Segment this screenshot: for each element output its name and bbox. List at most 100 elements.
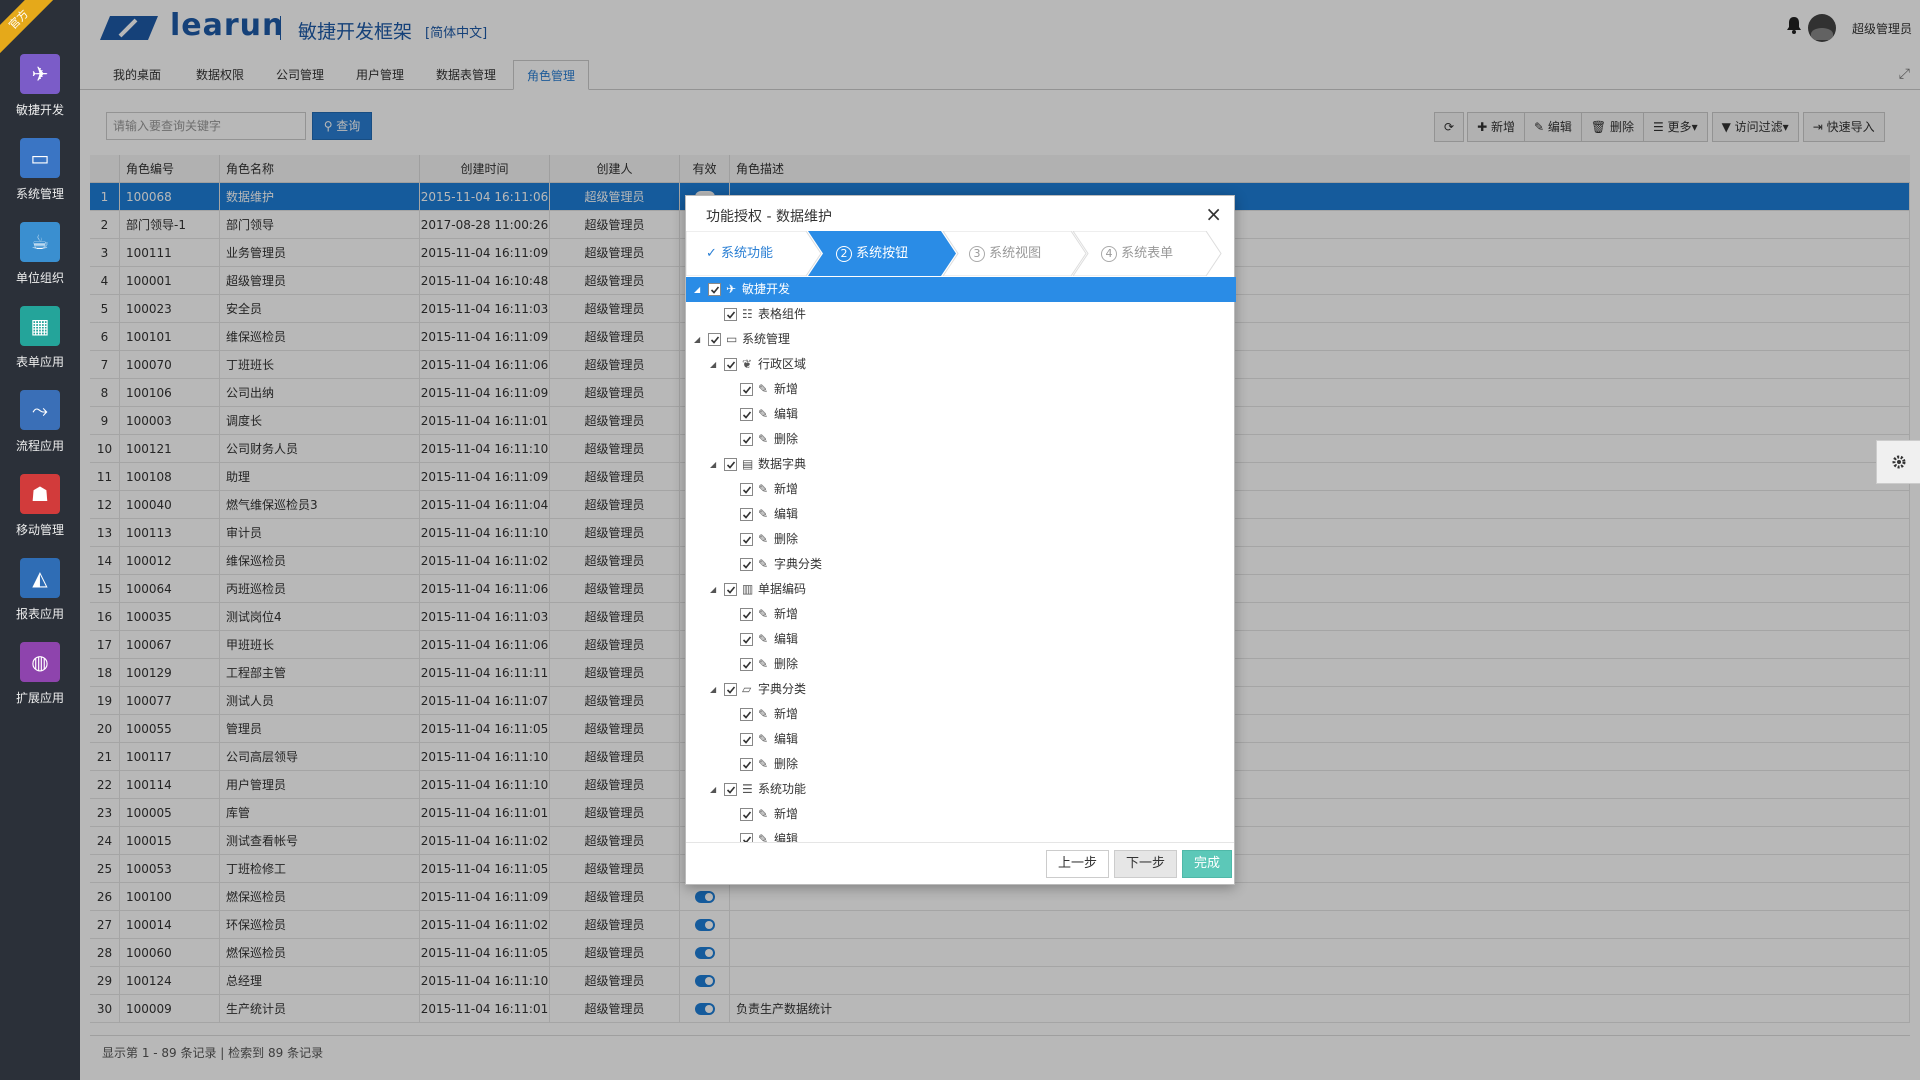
leaf-icon: ❦ bbox=[742, 357, 753, 371]
tree-checkbox[interactable] bbox=[740, 383, 753, 396]
tree-node-label: 新增 bbox=[774, 607, 799, 621]
tree-checkbox[interactable] bbox=[740, 408, 753, 421]
tree-node[interactable]: ✎ 编辑 bbox=[686, 727, 1236, 752]
tree-checkbox[interactable] bbox=[740, 733, 753, 746]
step-4-label: 系统表单 bbox=[1121, 246, 1174, 261]
tree-node[interactable]: ✎ 删除 bbox=[686, 652, 1236, 677]
tree-expand-arrow-icon[interactable]: ◢ bbox=[710, 677, 716, 702]
tree-node-label: 数据字典 bbox=[758, 457, 807, 471]
sidebar-item[interactable]: ▦ 表单应用 bbox=[0, 306, 80, 390]
tree-node[interactable]: ◢ ☰ 系统功能 bbox=[686, 777, 1236, 802]
step-system-function[interactable]: ✓ 系统功能 bbox=[706, 231, 773, 276]
tree-checkbox[interactable] bbox=[740, 708, 753, 721]
tree-checkbox[interactable] bbox=[740, 508, 753, 521]
tree-node[interactable]: ◢ ▭ 系统管理 bbox=[686, 327, 1236, 352]
tree-node[interactable]: ✎ 编辑 bbox=[686, 402, 1236, 427]
sidebar-item-label: 扩展应用 bbox=[15, 691, 64, 705]
tree-node-label: 行政区域 bbox=[758, 357, 807, 371]
wrench-icon: ✎ bbox=[758, 757, 769, 771]
tree-node[interactable]: ✎ 删除 bbox=[686, 427, 1236, 452]
tree-checkbox[interactable] bbox=[708, 333, 721, 346]
next-step-button[interactable]: 下一步 bbox=[1114, 850, 1178, 878]
tree-node[interactable]: ✎ 新增 bbox=[686, 477, 1236, 502]
wrench-icon: ✎ bbox=[758, 607, 769, 621]
tree-expand-arrow-icon[interactable]: ◢ bbox=[710, 452, 716, 477]
sidebar-item-label: 系统管理 bbox=[15, 187, 64, 201]
tree-node[interactable]: ✎ 新增 bbox=[686, 802, 1236, 827]
sidebar-item[interactable]: ◍ 扩展应用 bbox=[0, 642, 80, 726]
tree-checkbox[interactable] bbox=[740, 608, 753, 621]
sidebar-item[interactable]: ☕ 单位组织 bbox=[0, 222, 80, 306]
tree-checkbox[interactable] bbox=[740, 483, 753, 496]
dialog-footer: 上一步 下一步 完成 bbox=[686, 842, 1234, 884]
sidebar-item-label: 报表应用 bbox=[15, 607, 64, 621]
tree-expand-arrow-icon[interactable]: ◢ bbox=[710, 577, 716, 602]
tree-node-label: 删除 bbox=[774, 532, 799, 546]
tree-node-label: 编辑 bbox=[774, 632, 799, 646]
tree-node-label: 编辑 bbox=[774, 832, 799, 842]
tree-node[interactable]: ✎ 字典分类 bbox=[686, 552, 1236, 577]
tree-node-label: 系统功能 bbox=[758, 782, 807, 796]
tree-node[interactable]: ◢ ▱ 字典分类 bbox=[686, 677, 1236, 702]
tree-checkbox[interactable] bbox=[724, 358, 737, 371]
step-system-form[interactable]: 4 系统表单 bbox=[1101, 231, 1173, 276]
tree-checkbox[interactable] bbox=[740, 433, 753, 446]
tree-checkbox[interactable] bbox=[740, 658, 753, 671]
tree-node[interactable]: ✎ 编辑 bbox=[686, 827, 1236, 842]
tree-checkbox[interactable] bbox=[740, 758, 753, 771]
tree-node[interactable]: ◢ ▤ 数据字典 bbox=[686, 452, 1236, 477]
sidebar-item[interactable]: ▭ 系统管理 bbox=[0, 138, 80, 222]
tree-node[interactable]: ✎ 新增 bbox=[686, 377, 1236, 402]
tree-node-label: 删除 bbox=[774, 432, 799, 446]
sidebar-item[interactable]: ✈ 敏捷开发 bbox=[0, 54, 80, 138]
wrench-icon: ✎ bbox=[758, 407, 769, 421]
finish-button[interactable]: 完成 bbox=[1182, 850, 1233, 878]
monitor-icon: ▭ bbox=[726, 332, 738, 346]
tree-node-label: 字典分类 bbox=[758, 682, 807, 696]
tree-checkbox[interactable] bbox=[724, 308, 737, 321]
tree-checkbox[interactable] bbox=[724, 783, 737, 796]
tree-node[interactable]: ◢ ✈ 敏捷开发 bbox=[686, 277, 1236, 302]
tree-node[interactable]: ✎ 新增 bbox=[686, 702, 1236, 727]
paper-plane-icon: ✈ bbox=[726, 282, 737, 296]
tree-node[interactable]: ✎ 删除 bbox=[686, 527, 1236, 552]
tree-node[interactable]: ✎ 新增 bbox=[686, 602, 1236, 627]
tree-checkbox[interactable] bbox=[740, 808, 753, 821]
tree-checkbox[interactable] bbox=[740, 533, 753, 546]
sidebar-item[interactable]: ⤳ 流程应用 bbox=[0, 390, 80, 474]
tree-node-label: 编辑 bbox=[774, 407, 799, 421]
tree-node[interactable]: ✎ 删除 bbox=[686, 752, 1236, 777]
check-circle-icon: ✓ bbox=[706, 246, 722, 261]
tree-node[interactable]: ☷ 表格组件 bbox=[686, 302, 1236, 327]
tree-checkbox[interactable] bbox=[724, 683, 737, 696]
tree-node-label: 系统管理 bbox=[742, 332, 791, 346]
sidebar-item[interactable]: ◭ 报表应用 bbox=[0, 558, 80, 642]
tree-node-label: 删除 bbox=[774, 757, 799, 771]
step-3-label: 系统视图 bbox=[989, 246, 1042, 261]
prev-step-button[interactable]: 上一步 bbox=[1046, 850, 1110, 878]
sidebar-item[interactable]: ☗ 移动管理 bbox=[0, 474, 80, 558]
step-system-view[interactable]: 3 系统视图 bbox=[969, 231, 1041, 276]
tree-checkbox[interactable] bbox=[740, 833, 753, 842]
tree-expand-arrow-icon[interactable]: ◢ bbox=[710, 352, 716, 377]
tree-node[interactable]: ◢ ❦ 行政区域 bbox=[686, 352, 1236, 377]
settings-gear-icon[interactable] bbox=[1876, 440, 1920, 484]
list-icon: ☷ bbox=[742, 307, 753, 321]
dialog-title: 功能授权 - 数据维护 bbox=[706, 209, 832, 225]
step-3-number: 3 bbox=[969, 246, 985, 262]
step-4-number: 4 bbox=[1101, 246, 1117, 262]
close-icon[interactable]: × bbox=[1205, 202, 1222, 226]
tree-node[interactable]: ◢ ▥ 单据编码 bbox=[686, 577, 1236, 602]
tree-expand-arrow-icon[interactable]: ◢ bbox=[694, 277, 700, 302]
tree-checkbox[interactable] bbox=[724, 583, 737, 596]
tree-node[interactable]: ✎ 编辑 bbox=[686, 627, 1236, 652]
tree-checkbox[interactable] bbox=[724, 458, 737, 471]
tree-checkbox[interactable] bbox=[740, 633, 753, 646]
step-system-button[interactable]: 2 系统按钮 bbox=[836, 231, 908, 276]
tree-expand-arrow-icon[interactable]: ◢ bbox=[694, 327, 700, 352]
tree-checkbox[interactable] bbox=[740, 558, 753, 571]
tree-node-label: 单据编码 bbox=[758, 582, 807, 596]
tree-node[interactable]: ✎ 编辑 bbox=[686, 502, 1236, 527]
tree-checkbox[interactable] bbox=[708, 283, 721, 296]
tree-expand-arrow-icon[interactable]: ◢ bbox=[710, 777, 716, 802]
